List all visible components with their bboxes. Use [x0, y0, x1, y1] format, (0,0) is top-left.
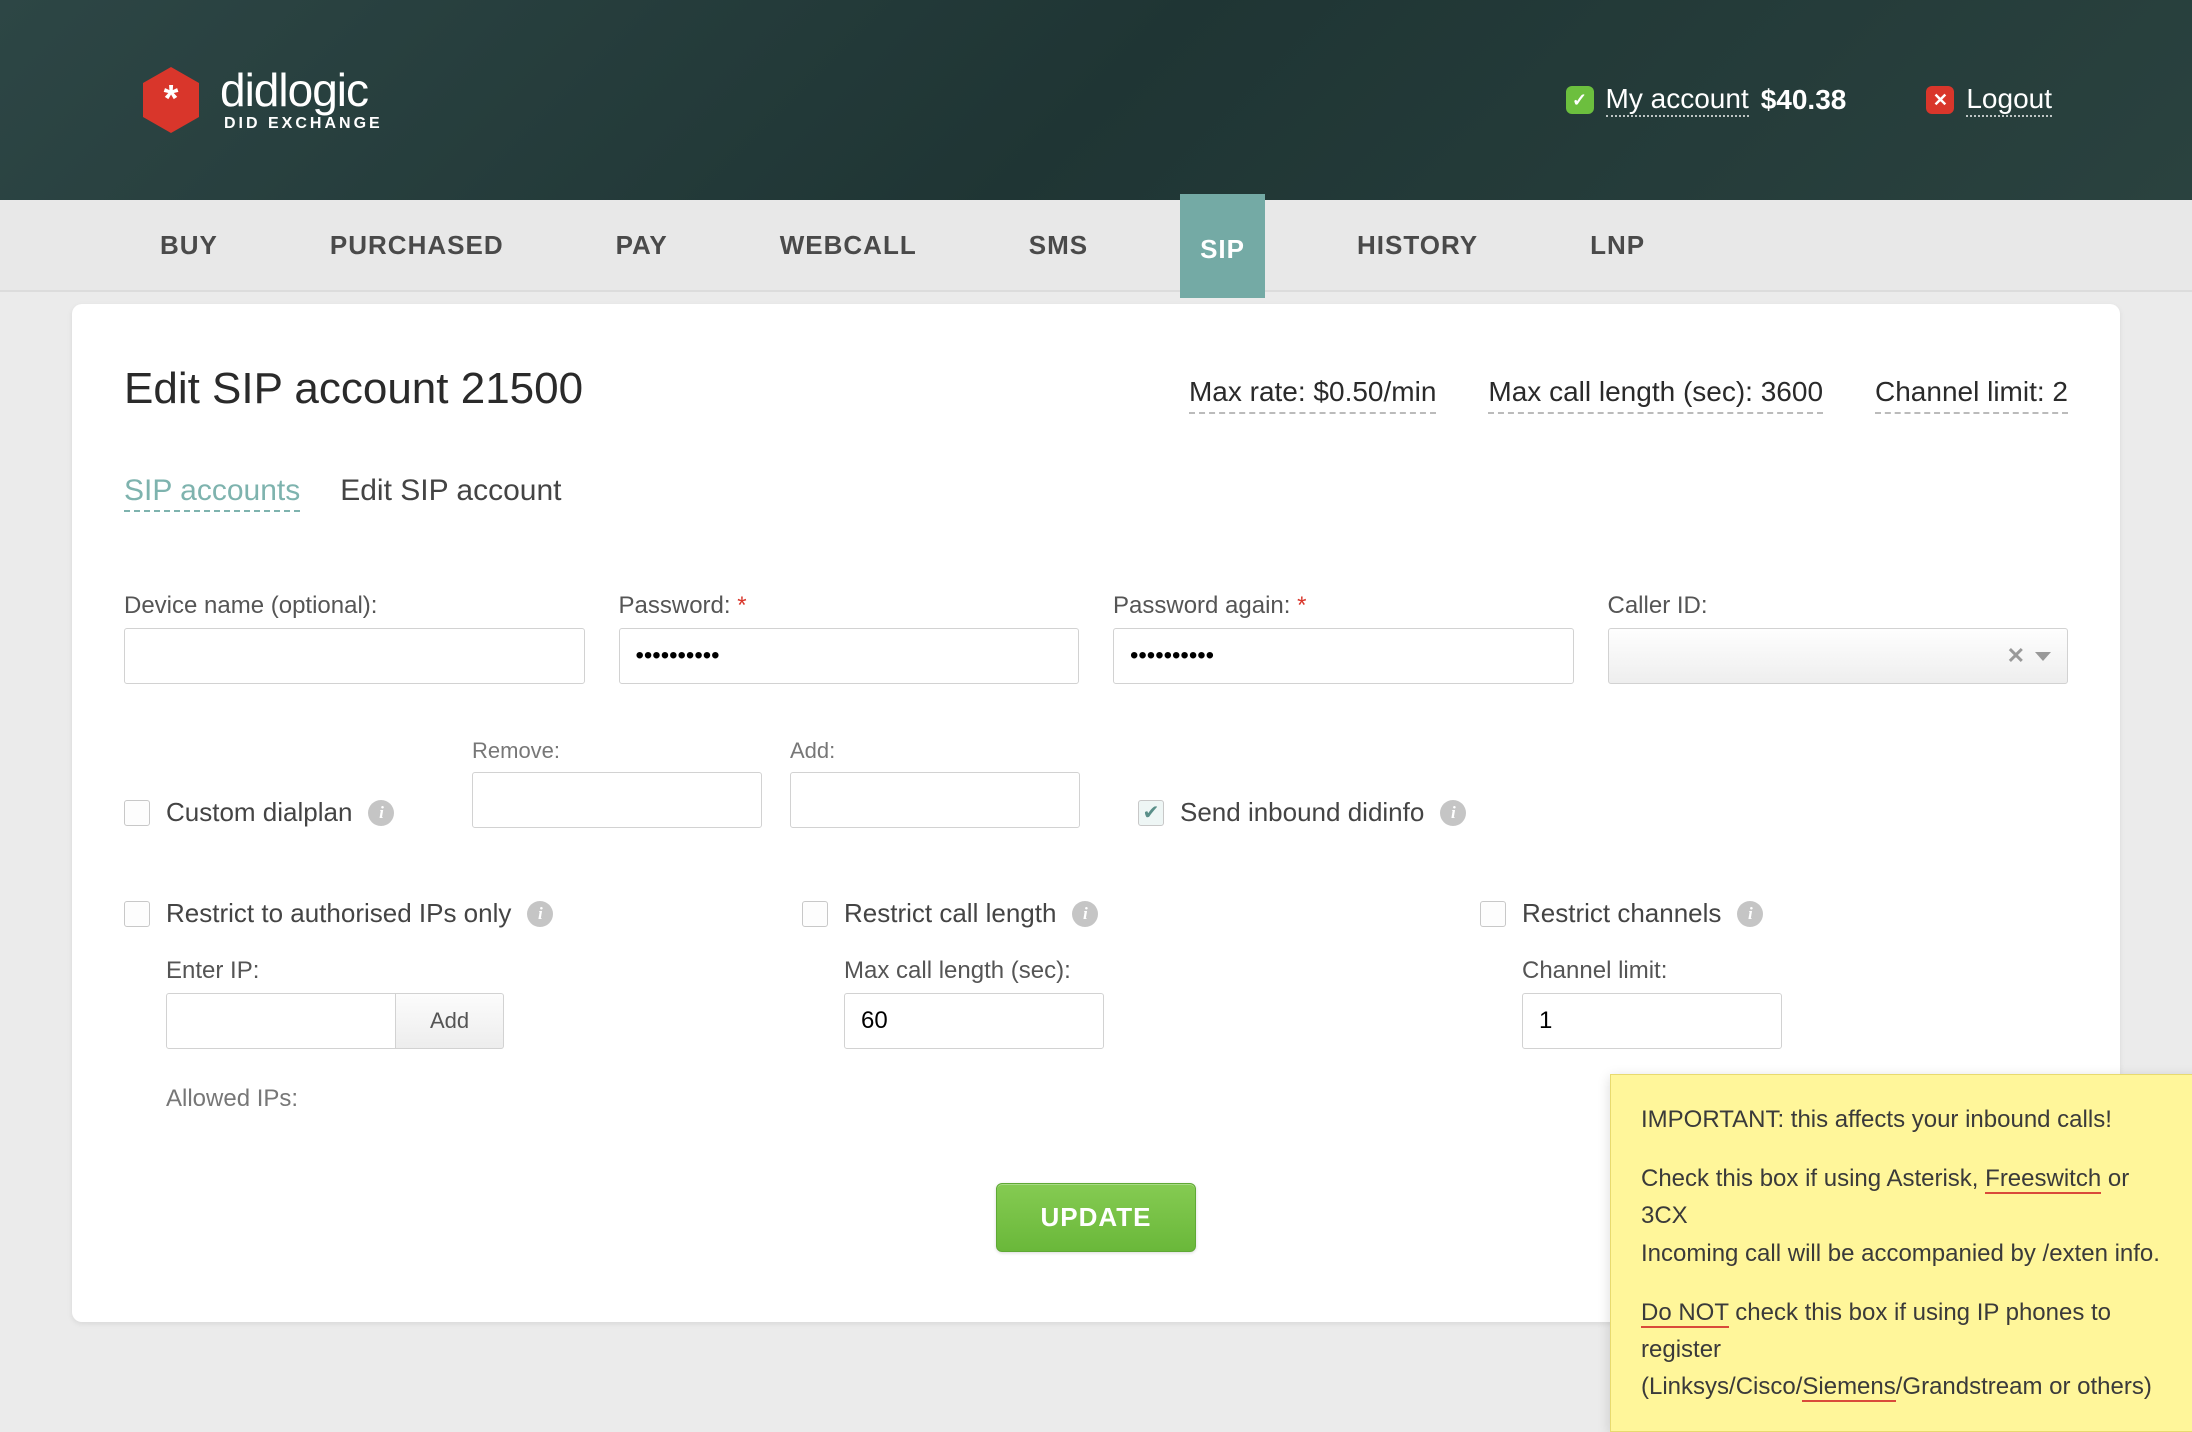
nav-history[interactable]: HISTORY — [1337, 200, 1498, 290]
password-again-label: Password again: * — [1113, 592, 1574, 620]
nav-lnp[interactable]: LNP — [1570, 200, 1665, 290]
field-device-name: Device name (optional): — [124, 592, 585, 684]
tooltip-line3: Do NOT check this box if using IP phones… — [1641, 1294, 2179, 1406]
check-icon: ✓ — [1566, 86, 1594, 114]
enter-ip-label: Enter IP: — [166, 957, 712, 985]
device-name-input[interactable] — [124, 628, 585, 684]
header-right: ✓ My account $40.38 ✕ Logout — [1566, 83, 2052, 117]
max-call-length-field: Max call length (sec): — [802, 957, 1390, 1049]
tooltip-line2: Check this box if using Asterisk, Freesw… — [1641, 1160, 2179, 1272]
info-icon[interactable]: i — [1072, 901, 1098, 927]
brand-name: didlogic — [220, 67, 383, 113]
info-icon[interactable]: i — [1737, 901, 1763, 927]
meta-max-rate[interactable]: Max rate: $0.50/min — [1189, 376, 1436, 414]
enter-ip-field: Enter IP: Add Allowed IPs: — [124, 957, 712, 1113]
page-meta: Max rate: $0.50/min Max call length (sec… — [1189, 376, 2068, 414]
field-password-again: Password again: * — [1113, 592, 1574, 684]
didinfo-tooltip: IMPORTANT: this affects your inbound cal… — [1610, 1074, 2192, 1432]
svg-text:*: * — [164, 78, 179, 120]
nav-sip[interactable]: SIP — [1180, 194, 1265, 298]
info-icon[interactable]: i — [1440, 800, 1466, 826]
restrict-ips-checkbox[interactable] — [124, 901, 150, 927]
page-head: Edit SIP account 21500 Max rate: $0.50/m… — [124, 364, 2068, 414]
restrict-channels-wrap: Restrict channels i — [1480, 898, 2068, 929]
update-button[interactable]: UPDATE — [996, 1183, 1197, 1252]
max-call-length-label: Max call length (sec): — [844, 957, 1390, 985]
brand-tagline: DID EXCHANGE — [224, 115, 383, 133]
enter-ip-input[interactable] — [166, 993, 396, 1049]
logo-hexagon-icon: * — [140, 65, 202, 135]
close-icon: ✕ — [1926, 86, 1954, 114]
add-ip-button[interactable]: Add — [396, 993, 504, 1049]
remove-input[interactable] — [472, 772, 762, 828]
restrict-length-checkbox[interactable] — [802, 901, 828, 927]
restrict-channels-checkbox[interactable] — [1480, 901, 1506, 927]
nav-webcall[interactable]: WEBCALL — [760, 200, 937, 290]
caller-id-select[interactable]: ✕ — [1608, 628, 2069, 684]
field-password: Password: * — [619, 592, 1080, 684]
logo-text: didlogic DID EXCHANGE — [220, 67, 383, 133]
send-inbound-wrap: Send inbound didinfo i — [1108, 797, 2068, 828]
logout-group: ✕ Logout — [1926, 83, 2052, 117]
allowed-ips-label: Allowed IPs: — [166, 1085, 712, 1113]
logo[interactable]: * didlogic DID EXCHANGE — [140, 65, 383, 135]
meta-max-call-length[interactable]: Max call length (sec): 3600 — [1488, 376, 1823, 414]
restrict-channels-label: Restrict channels — [1522, 898, 1721, 929]
logout-link[interactable]: Logout — [1966, 83, 2052, 117]
restrict-length-wrap: Restrict call length i — [802, 898, 1390, 929]
main-nav: BUY PURCHASED PAY WEBCALL SMS SIP HISTOR… — [0, 200, 2192, 292]
form-row-dialplan: Custom dialplan i Remove: Add: Send inbo… — [124, 738, 2068, 828]
remove-label: Remove: — [472, 738, 762, 764]
password-again-input[interactable] — [1113, 628, 1574, 684]
custom-dialplan-label: Custom dialplan — [166, 797, 352, 828]
clear-icon[interactable]: ✕ — [2007, 643, 2025, 669]
my-account-link[interactable]: My account — [1606, 83, 1749, 117]
tooltip-line1: IMPORTANT: this affects your inbound cal… — [1641, 1101, 2179, 1138]
field-caller-id: Caller ID: ✕ — [1608, 592, 2069, 684]
ip-row: Add — [166, 993, 712, 1049]
max-call-length-input[interactable] — [844, 993, 1104, 1049]
nav-pay[interactable]: PAY — [596, 200, 688, 290]
channel-limit-field: Channel limit: — [1480, 957, 2068, 1049]
info-icon[interactable]: i — [368, 800, 394, 826]
account-group: ✓ My account $40.38 — [1566, 83, 1847, 117]
add-input[interactable] — [790, 772, 1080, 828]
app-header: * didlogic DID EXCHANGE ✓ My account $40… — [0, 0, 2192, 200]
restrict-ips-wrap: Restrict to authorised IPs only i — [124, 898, 712, 929]
field-add: Add: — [790, 738, 1080, 828]
add-label: Add: — [790, 738, 1080, 764]
breadcrumb-sip-accounts[interactable]: SIP accounts — [124, 474, 300, 512]
col-restrict-length: Restrict call length i Max call length (… — [802, 898, 1390, 1113]
account-balance: $40.38 — [1761, 84, 1847, 116]
custom-dialplan-checkbox[interactable] — [124, 800, 150, 826]
password-label: Password: * — [619, 592, 1080, 620]
content-card: Edit SIP account 21500 Max rate: $0.50/m… — [72, 304, 2120, 1322]
send-inbound-checkbox[interactable] — [1138, 800, 1164, 826]
channel-limit-input[interactable] — [1522, 993, 1782, 1049]
meta-channel-limit[interactable]: Channel limit: 2 — [1875, 376, 2068, 414]
restrict-length-label: Restrict call length — [844, 898, 1056, 929]
page-title: Edit SIP account 21500 — [124, 364, 583, 414]
form-row-credentials: Device name (optional): Password: * Pass… — [124, 592, 2068, 684]
caller-id-label: Caller ID: — [1608, 592, 2069, 620]
send-inbound-label: Send inbound didinfo — [1180, 797, 1424, 828]
nav-purchased[interactable]: PURCHASED — [310, 200, 524, 290]
nav-buy[interactable]: BUY — [140, 200, 238, 290]
custom-dialplan-wrap: Custom dialplan i — [124, 797, 444, 828]
col-restrict-ips: Restrict to authorised IPs only i Enter … — [124, 898, 712, 1113]
breadcrumb: SIP accounts Edit SIP account — [124, 474, 2068, 512]
device-name-label: Device name (optional): — [124, 592, 585, 620]
restrict-ips-label: Restrict to authorised IPs only — [166, 898, 511, 929]
info-icon[interactable]: i — [527, 901, 553, 927]
chevron-down-icon — [2035, 652, 2051, 661]
password-input[interactable] — [619, 628, 1080, 684]
channel-limit-label: Channel limit: — [1522, 957, 2068, 985]
breadcrumb-current: Edit SIP account — [340, 474, 561, 512]
nav-sms[interactable]: SMS — [1009, 200, 1108, 290]
field-remove: Remove: — [472, 738, 762, 828]
